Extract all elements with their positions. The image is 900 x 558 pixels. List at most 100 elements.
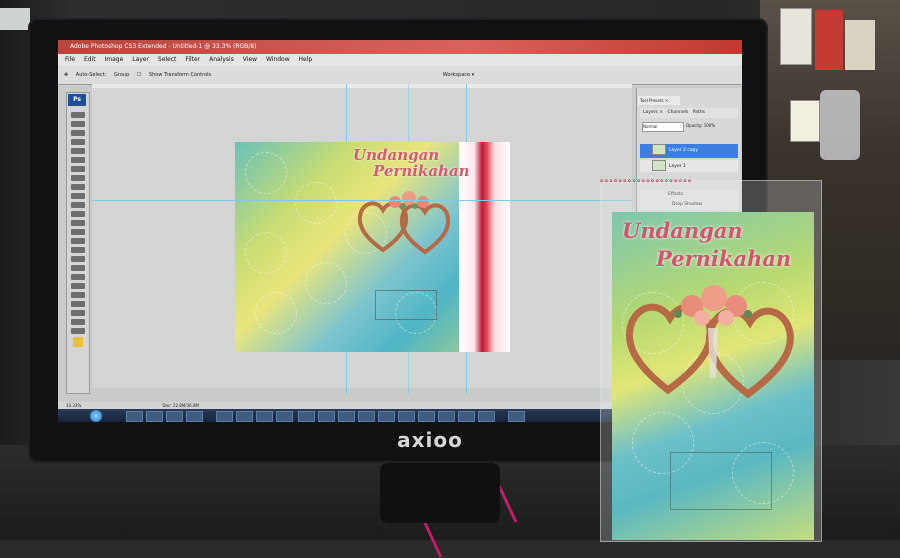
foreground-color-swatch[interactable] bbox=[73, 337, 83, 347]
taskbar-app-button[interactable] bbox=[458, 411, 475, 422]
sleeve-print-strip: ✿ ✿ ✿ ✿ ✿ ✿ ✿ ✿ ✿ ✿ ✿ ✿ ✿ ✿ ✿ ✿ ✿ ✿ ✿ ✿ bbox=[600, 178, 692, 183]
auto-select-dropdown[interactable]: Group bbox=[114, 66, 129, 84]
options-bar: ✥ Auto-Select: Group ☐ Show Transform Co… bbox=[58, 66, 742, 85]
window-titlebar: Adobe Photoshop CS3 Extended - Untitled-… bbox=[58, 40, 742, 54]
tool-icon[interactable] bbox=[71, 184, 85, 190]
taskbar-app-button[interactable] bbox=[478, 411, 495, 422]
tool-icon[interactable] bbox=[71, 139, 85, 145]
opacity-field[interactable]: Opacity: 100% bbox=[686, 122, 726, 130]
tool-icon[interactable] bbox=[71, 319, 85, 325]
taskbar-app-button[interactable] bbox=[146, 411, 163, 422]
layer-name: Layer 1 bbox=[669, 164, 686, 169]
taskbar-app-button[interactable] bbox=[276, 411, 293, 422]
invitation-design[interactable]: Undangan Pernikahan bbox=[235, 142, 510, 352]
tool-icon[interactable] bbox=[71, 202, 85, 208]
shelf-item bbox=[780, 8, 812, 65]
taskbar-app-button[interactable] bbox=[256, 411, 273, 422]
menu-help[interactable]: Help bbox=[299, 56, 313, 63]
taskbar-app-button[interactable] bbox=[438, 411, 455, 422]
tool-icon[interactable] bbox=[71, 220, 85, 226]
menu-analysis[interactable]: Analysis bbox=[209, 56, 234, 63]
shelf-item bbox=[790, 100, 820, 142]
tool-icon[interactable] bbox=[71, 148, 85, 154]
workspace-button[interactable]: Workspace ▾ bbox=[443, 66, 474, 84]
menu-view[interactable]: View bbox=[243, 56, 257, 63]
start-button-icon[interactable] bbox=[90, 410, 102, 422]
blend-mode-dropdown[interactable]: Normal bbox=[642, 122, 684, 132]
card-title-line1: Undangan bbox=[622, 218, 743, 243]
tool-icon[interactable] bbox=[71, 238, 85, 244]
monitor-brand-logo: axioo bbox=[397, 428, 463, 452]
taskbar-app-button[interactable] bbox=[126, 411, 143, 422]
tool-presets-tab[interactable]: Tool Presets × bbox=[638, 96, 680, 105]
move-tool-icon[interactable]: ✥ bbox=[64, 66, 68, 84]
tool-icon[interactable] bbox=[71, 229, 85, 235]
auto-select-label[interactable]: Auto-Select: bbox=[76, 66, 107, 84]
design-title-line2: Pernikahan bbox=[373, 162, 470, 180]
double-heart-icon bbox=[357, 191, 451, 255]
tools-panel bbox=[66, 92, 90, 394]
taskbar-app-button[interactable] bbox=[236, 411, 253, 422]
document-size: Doc: 22.8M/36.8M bbox=[162, 403, 199, 408]
card-title-line2: Pernikahan bbox=[656, 246, 792, 271]
tab-paths[interactable]: Paths bbox=[693, 110, 705, 115]
tool-icon[interactable] bbox=[71, 265, 85, 271]
monitor-stand bbox=[380, 463, 500, 523]
layer-row-selected[interactable]: Layer 2 copy bbox=[640, 144, 738, 158]
menu-window[interactable]: Window bbox=[266, 56, 290, 63]
tool-icon[interactable] bbox=[71, 175, 85, 181]
menu-bar: File Edit Image Layer Select Filter Anal… bbox=[58, 54, 742, 66]
tool-icon[interactable] bbox=[71, 310, 85, 316]
text-placeholder-box bbox=[670, 452, 772, 510]
plastic-bag bbox=[820, 90, 860, 160]
tool-icon[interactable] bbox=[71, 193, 85, 199]
layer-name: Layer 2 copy bbox=[669, 148, 699, 153]
tool-icon[interactable] bbox=[71, 247, 85, 253]
printed-invitation-card: Undangan Pernikahan bbox=[612, 212, 814, 540]
tab-layers[interactable]: Layers × bbox=[643, 110, 663, 115]
tool-icon[interactable] bbox=[71, 292, 85, 298]
menu-filter[interactable]: Filter bbox=[185, 56, 200, 63]
taskbar-app-button[interactable] bbox=[418, 411, 435, 422]
window-title: Adobe Photoshop CS3 Extended - Untitled-… bbox=[70, 43, 257, 50]
tool-icon[interactable] bbox=[71, 256, 85, 262]
tab-channels[interactable]: Channels bbox=[668, 110, 689, 115]
menu-image[interactable]: Image bbox=[105, 56, 124, 63]
menu-file[interactable]: File bbox=[65, 56, 75, 63]
taskbar-app-button[interactable] bbox=[298, 411, 315, 422]
tool-icon[interactable] bbox=[71, 130, 85, 136]
show-transform-label: Show Transform Controls bbox=[148, 72, 212, 78]
layer-thumbnail bbox=[652, 160, 666, 171]
guide-line[interactable] bbox=[92, 200, 632, 201]
tool-icon[interactable] bbox=[71, 301, 85, 307]
menu-edit[interactable]: Edit bbox=[84, 56, 96, 63]
tool-icon[interactable] bbox=[71, 112, 85, 118]
show-transform-checkbox[interactable]: ☐ bbox=[137, 66, 141, 84]
taskbar-app-button[interactable] bbox=[216, 411, 233, 422]
shelf-item bbox=[845, 20, 875, 70]
double-heart-icon bbox=[625, 285, 794, 399]
taskbar-app-button[interactable] bbox=[318, 411, 335, 422]
taskbar-app-button[interactable] bbox=[338, 411, 355, 422]
tool-icon[interactable] bbox=[71, 211, 85, 217]
taskbar-app-button[interactable] bbox=[186, 411, 203, 422]
taskbar-app-button[interactable] bbox=[166, 411, 183, 422]
text-placeholder-box bbox=[375, 290, 437, 320]
tool-icon[interactable] bbox=[71, 274, 85, 280]
taskbar-app-button[interactable] bbox=[508, 411, 525, 422]
tool-icon[interactable] bbox=[71, 166, 85, 172]
taskbar-app-button[interactable] bbox=[398, 411, 415, 422]
menu-select[interactable]: Select bbox=[158, 56, 177, 63]
layer-thumbnail bbox=[652, 144, 666, 155]
tool-icon[interactable] bbox=[71, 283, 85, 289]
menu-layer[interactable]: Layer bbox=[132, 56, 149, 63]
tool-icon[interactable] bbox=[71, 121, 85, 127]
taskbar-app-button[interactable] bbox=[358, 411, 375, 422]
background-object bbox=[0, 8, 30, 30]
tool-icon[interactable] bbox=[71, 328, 85, 334]
photoshop-logo: Ps bbox=[68, 94, 86, 106]
zoom-level[interactable]: 33.33% bbox=[66, 403, 81, 408]
tool-icon[interactable] bbox=[71, 157, 85, 163]
layer-row[interactable]: Layer 1 bbox=[640, 160, 738, 172]
taskbar-app-button[interactable] bbox=[378, 411, 395, 422]
